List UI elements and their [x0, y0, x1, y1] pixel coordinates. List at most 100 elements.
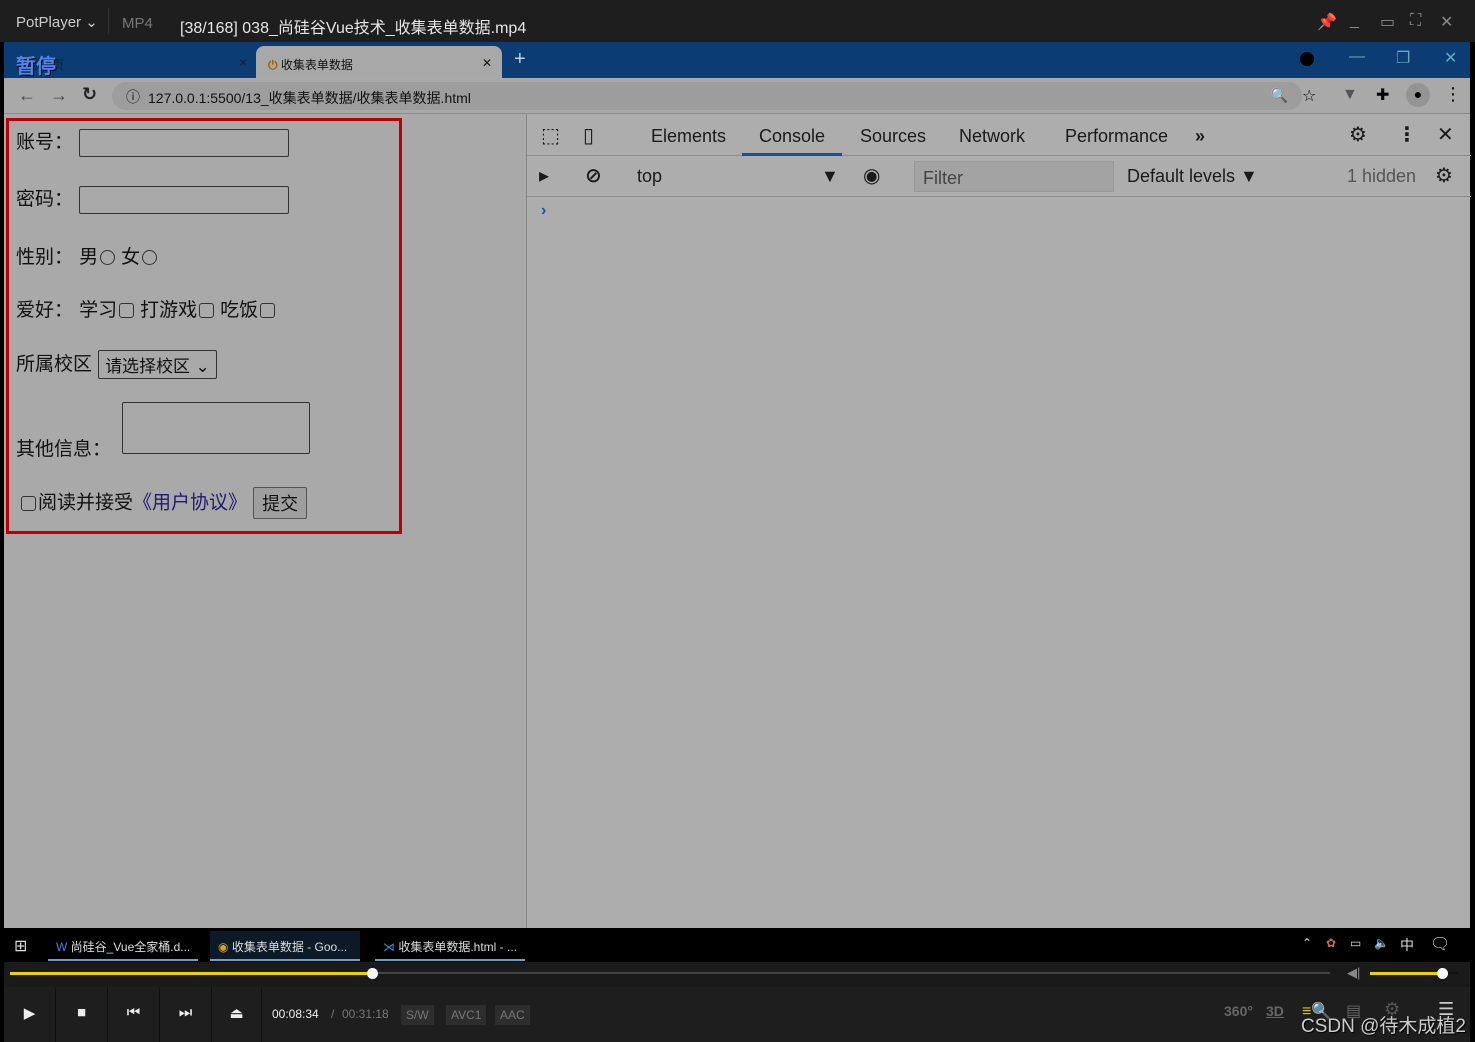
sidebar-toggle-icon[interactable]: ▸	[539, 163, 549, 188]
taskbar-vscode[interactable]: ⋊ 收集表单数据.html - ...	[375, 931, 525, 961]
other-info-textarea[interactable]	[122, 402, 310, 454]
play-button[interactable]: ▶	[4, 987, 56, 1042]
zoom-icon[interactable]: 🔍	[1271, 87, 1288, 104]
submit-button[interactable]: 提交	[253, 487, 308, 519]
volume-handle[interactable]	[1437, 968, 1449, 979]
tab-search-icon[interactable]	[1300, 52, 1314, 66]
extensions-icon[interactable]: ✚	[1376, 85, 1389, 105]
badge-renderer[interactable]: S/W	[401, 1005, 434, 1025]
gender-female-radio[interactable]	[142, 250, 158, 265]
hobby-game-label: 打游戏	[140, 299, 198, 321]
page-content: 账号： 密码： 性别： 男女 爱好： 学习 打游戏 吃饭 所属校区 请选择校区 ⌄ …	[4, 114, 526, 928]
seek-progress	[10, 972, 372, 975]
word-icon: W	[56, 940, 68, 954]
seek-bar[interactable]: ◀|	[4, 962, 1470, 987]
clear-console-icon[interactable]: ⊘	[585, 163, 602, 188]
close-devtools-icon[interactable]: ✕	[1437, 122, 1454, 147]
campus-row: 所属校区 请选择校区 ⌄	[16, 349, 217, 379]
filter-placeholder: Filter	[923, 168, 963, 188]
gender-label: 性别：	[16, 246, 74, 268]
device-toolbar-icon[interactable]: ▯	[583, 123, 594, 148]
taskbar-chrome[interactable]: ◉ 收集表单数据 - Goo...	[210, 931, 360, 961]
chrome-icon: ◉	[218, 940, 229, 954]
previous-button[interactable]: ⏮	[108, 987, 160, 1042]
address-bar: ← → ↻ ⓘ 127.0.0.1:5500/13_收集表单数据/收集表单数据.h…	[4, 78, 1470, 114]
tab-sources[interactable]: Sources	[860, 126, 926, 147]
browser-tab-strip: 新标签页 ✕ 暂停 ⏻ 收集表单数据 ✕ + — ❐ ✕	[4, 42, 1470, 78]
mute-icon[interactable]: ◀|	[1347, 965, 1360, 981]
live-expression-eye-icon[interactable]: ◉	[863, 163, 880, 188]
console-prompt[interactable]: ›	[541, 202, 546, 220]
hobby-eat-label: 吃饭	[220, 299, 259, 321]
seek-handle[interactable]	[366, 968, 378, 979]
minimize-button[interactable]: —	[1349, 48, 1365, 66]
vue-devtools-icon[interactable]: ▼	[1342, 86, 1358, 104]
bookmark-star-icon[interactable]: ☆	[1302, 86, 1316, 106]
hidden-count: 1 hidden	[1347, 166, 1417, 186]
inspect-element-icon[interactable]: ⬚	[541, 123, 560, 148]
maximize-button[interactable]: ▭	[1380, 12, 1395, 32]
new-tab-button[interactable]: +	[514, 48, 526, 71]
tab-label: 收集表单数据	[280, 58, 353, 72]
console-settings-icon[interactable]: ⚙	[1435, 163, 1453, 188]
next-button[interactable]: ⏭	[160, 987, 212, 1042]
filter-input[interactable]: Filter	[914, 161, 1114, 192]
app-menu[interactable]: PotPlayer ⌄	[16, 13, 98, 31]
password-input[interactable]	[79, 185, 290, 214]
profile-icon[interactable]: ●	[1406, 83, 1430, 107]
tab-network[interactable]: Network	[959, 126, 1025, 147]
gender-female-label: 女	[121, 246, 141, 268]
badge-audio-codec[interactable]: AAC	[495, 1005, 530, 1025]
close-button[interactable]: ✕	[1440, 12, 1453, 32]
agreement-link[interactable]: 《用户协议》	[133, 492, 247, 514]
3d-icon[interactable]: 3D	[1266, 1003, 1284, 1019]
minimize-button[interactable]: _	[1350, 12, 1359, 30]
reload-icon[interactable]: ↻	[82, 84, 97, 105]
restore-button[interactable]: ❐	[1396, 48, 1410, 68]
tray-app-icon[interactable]: ✿	[1326, 936, 1336, 950]
close-button[interactable]: ✕	[1444, 48, 1457, 68]
forward-icon[interactable]: →	[50, 85, 68, 106]
log-levels-dropdown[interactable]: Default levels ▼	[1127, 166, 1258, 187]
eject-button[interactable]: ⏏	[212, 987, 262, 1042]
account-input[interactable]	[79, 128, 290, 157]
tab-performance[interactable]: Performance	[1065, 126, 1168, 147]
context-selector[interactable]: top ▼	[637, 166, 839, 187]
notification-icon[interactable]: 🗨	[1430, 934, 1450, 954]
campus-select[interactable]: 请选择校区 ⌄	[98, 350, 217, 379]
back-icon[interactable]: ←	[18, 85, 36, 106]
more-tabs-icon[interactable]: »	[1195, 126, 1205, 147]
windows-start-icon[interactable]: ⊞	[14, 936, 27, 956]
hobby-study-checkbox[interactable]	[119, 303, 135, 318]
close-icon[interactable]: ✕	[238, 56, 248, 70]
menu-icon[interactable]: ⋮	[1444, 84, 1462, 105]
more-options-icon[interactable]: ⋮	[1397, 122, 1417, 147]
fullscreen-button[interactable]: ⛶	[1410, 12, 1421, 30]
divider	[108, 8, 109, 34]
close-icon[interactable]: ✕	[482, 56, 492, 70]
tab-active[interactable]: ⏻ 收集表单数据 ✕	[256, 46, 502, 78]
hobby-eat-checkbox[interactable]	[260, 303, 276, 318]
format-label: MP4	[122, 15, 153, 32]
ime-indicator[interactable]: 中	[1400, 935, 1414, 955]
badge-video-codec[interactable]: AVC1	[446, 1005, 487, 1025]
gender-male-radio[interactable]	[100, 250, 116, 265]
settings-icon[interactable]: ⚙	[1349, 122, 1367, 147]
360-icon[interactable]: 360°	[1224, 1003, 1253, 1019]
hobby-label: 爱好：	[16, 299, 74, 321]
tab-elements[interactable]: Elements	[651, 126, 726, 147]
volume-tray-icon[interactable]: 🔈	[1374, 936, 1389, 950]
taskbar-label: 收集表单数据 - Goo...	[231, 940, 348, 954]
tray-expand-icon[interactable]: ⌃	[1302, 936, 1312, 950]
agree-checkbox[interactable]	[21, 495, 36, 511]
context-value: top	[637, 166, 663, 186]
taskbar-word[interactable]: W 尚硅谷_Vue全家桶.d...	[48, 931, 198, 961]
pin-icon[interactable]: 📌	[1317, 12, 1337, 32]
stop-button[interactable]: ■	[56, 987, 108, 1042]
battery-icon[interactable]: ▭	[1350, 936, 1361, 950]
hobby-game-checkbox[interactable]	[199, 303, 215, 318]
tab-console[interactable]: Console	[759, 126, 825, 147]
url-input[interactable]: ⓘ 127.0.0.1:5500/13_收集表单数据/收集表单数据.html 🔍	[112, 82, 1302, 110]
account-row: 账号：	[16, 127, 290, 157]
devtools-tab-bar: ⬚ ▯ Elements Console Sources Network Per…	[527, 114, 1471, 156]
